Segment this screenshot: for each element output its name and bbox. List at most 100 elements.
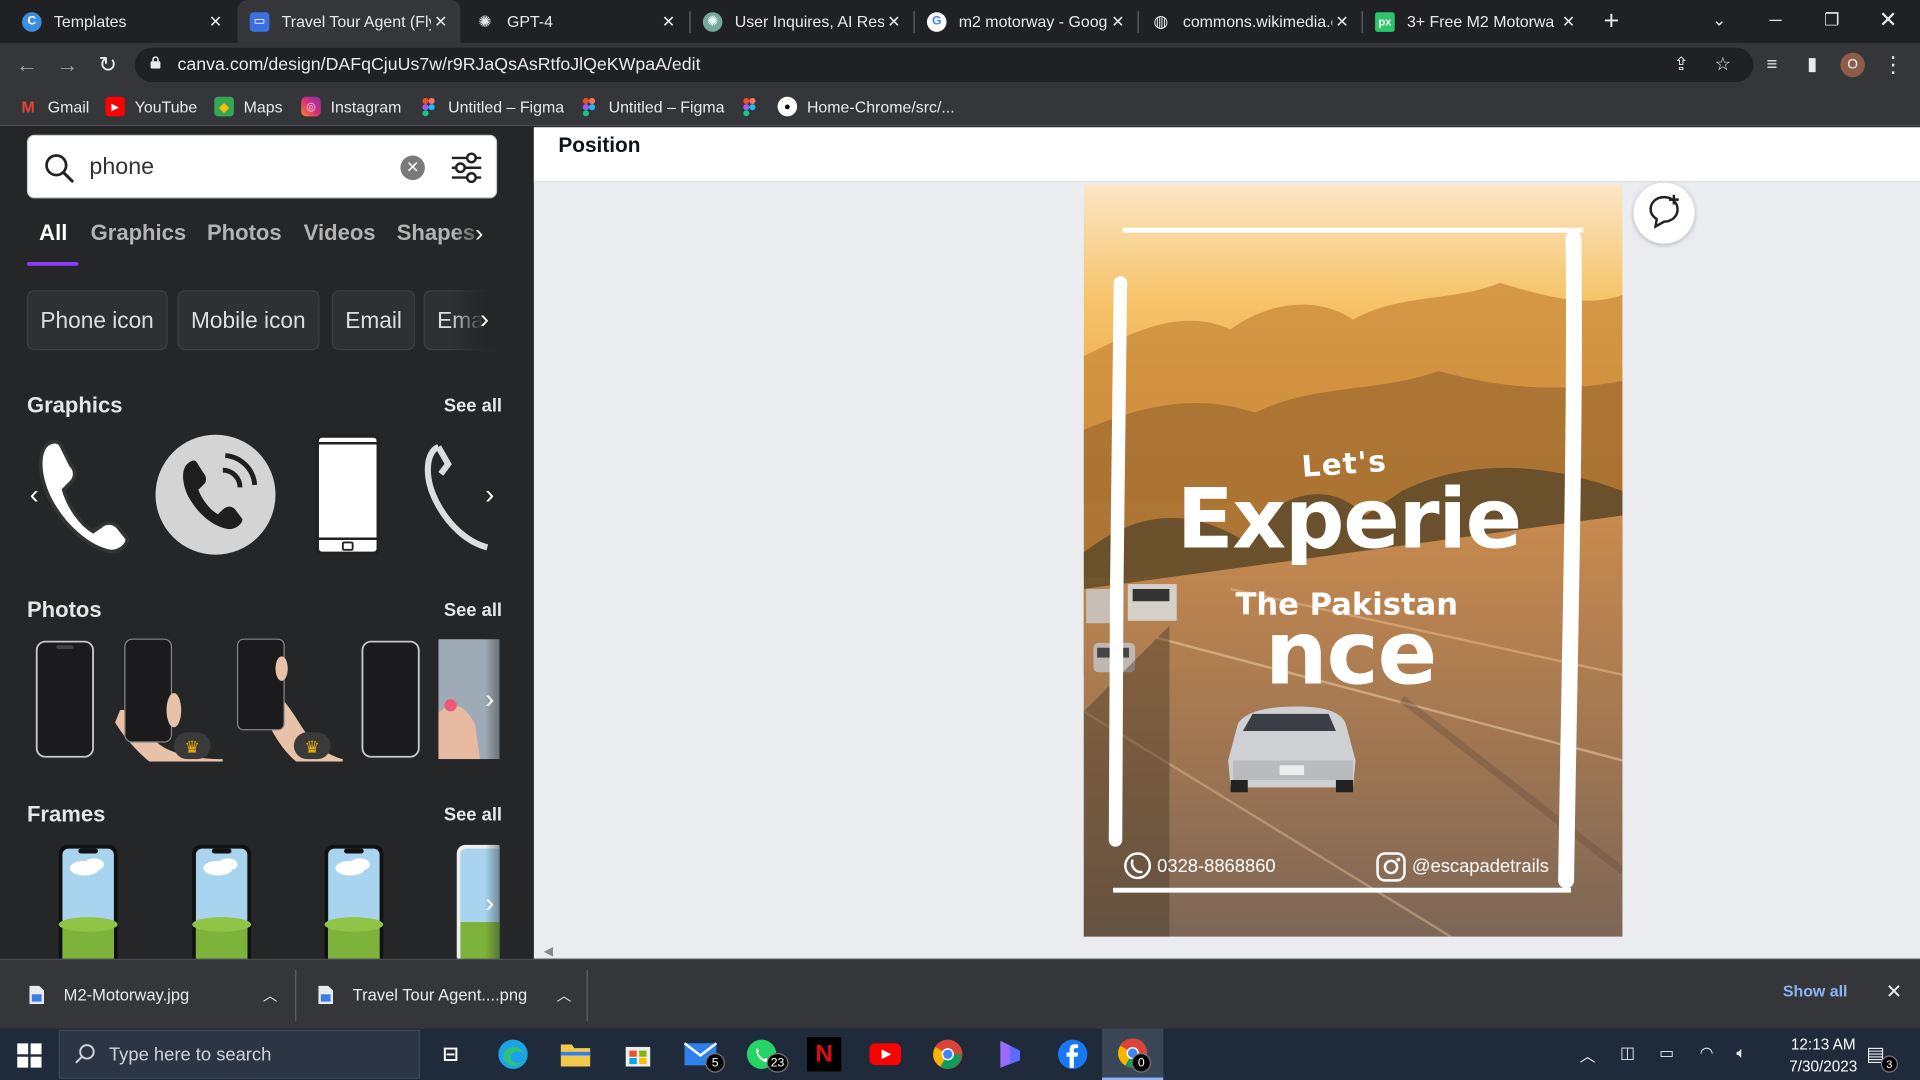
- facebook-icon[interactable]: [1056, 1037, 1090, 1071]
- close-tab-icon[interactable]: ✕: [1559, 12, 1579, 32]
- poster-nce-text[interactable]: nce: [1265, 601, 1437, 704]
- show-all-downloads-button[interactable]: Show all: [1783, 982, 1848, 1000]
- bookmark-gmail[interactable]: M Gmail: [18, 96, 90, 118]
- download-item-m2-motorway[interactable]: M2-Motorway.jpg ︿: [29, 960, 277, 1030]
- show-hidden-icons-chevron[interactable]: ︿: [1580, 1043, 1596, 1066]
- tab-graphics[interactable]: Graphics: [91, 220, 187, 246]
- phone-photo-2[interactable]: [360, 639, 421, 759]
- tabs-scroll-right-icon[interactable]: ›: [475, 220, 483, 248]
- volume-icon[interactable]: 🔈︎: [1736, 1043, 1746, 1063]
- tab-user-inquires[interactable]: ✺ User Inquires, AI Resp ✕: [691, 0, 914, 43]
- position-button[interactable]: Position: [558, 133, 640, 157]
- graphics-scroll-left-icon[interactable]: ‹: [24, 479, 44, 509]
- chevron-up-icon[interactable]: ︿: [557, 984, 572, 1005]
- bookmark-github[interactable]: ● Home-Chrome/src/...: [777, 96, 955, 118]
- bookmark-youtube[interactable]: ▶ YouTube: [105, 96, 197, 118]
- windows-start-icon[interactable]: [17, 1043, 42, 1068]
- tab-all[interactable]: All: [39, 220, 67, 246]
- browser-toolbar: ← → ↻ canva.com/design/DAFqCjuUs7w/r9RJa…: [0, 42, 1920, 87]
- close-tab-icon[interactable]: ✕: [659, 12, 679, 32]
- phone-handset-graphic[interactable]: [32, 433, 130, 555]
- phone-in-hand-photo-1[interactable]: ♛: [113, 637, 223, 762]
- frames-scroll-right-icon[interactable]: ›: [480, 888, 500, 918]
- minimize-button[interactable]: ─: [1751, 0, 1800, 39]
- close-window-button[interactable]: ✕: [1864, 0, 1913, 39]
- download-item-travel-tour-agent[interactable]: Travel Tour Agent....png ︿: [318, 960, 571, 1030]
- chrome-active-icon[interactable]: [1102, 1028, 1164, 1080]
- chevron-up-icon[interactable]: ︿: [263, 984, 278, 1005]
- wifi-icon[interactable]: ◠: [1700, 1043, 1714, 1063]
- tab-templates[interactable]: C Templates ✕: [10, 0, 235, 43]
- tab-photos[interactable]: Photos: [207, 220, 282, 246]
- filter-icon[interactable]: [449, 152, 483, 184]
- tab-videos[interactable]: Videos: [304, 220, 376, 246]
- youtube-icon[interactable]: [868, 1037, 902, 1071]
- tab-free-m2-motorway[interactable]: px 3+ Free M2 Motorwa ✕: [1363, 0, 1588, 43]
- close-tab-icon[interactable]: ✕: [431, 12, 451, 32]
- clear-search-icon[interactable]: ✕: [400, 155, 425, 181]
- media-controls-icon[interactable]: ≡: [1760, 53, 1784, 77]
- photos-see-all-link[interactable]: See all: [429, 600, 502, 621]
- phone-call-circle-graphic[interactable]: [154, 433, 276, 555]
- tab-search-chevron-icon[interactable]: ⌄: [1695, 0, 1744, 39]
- poster-phone-number[interactable]: 0328-8868860: [1157, 856, 1275, 877]
- netflix-icon[interactable]: N: [806, 1037, 842, 1072]
- suggestion-chip-mobile-icon[interactable]: Mobile icon: [177, 290, 320, 351]
- edge-icon[interactable]: [496, 1037, 530, 1071]
- close-tab-icon[interactable]: ✕: [1108, 12, 1128, 32]
- microsoft-store-icon[interactable]: [621, 1037, 655, 1071]
- phone-frame-3[interactable]: [323, 844, 384, 959]
- taskbar-search-box[interactable]: Type here to search: [58, 1029, 421, 1079]
- share-icon[interactable]: ⇪: [1670, 54, 1692, 76]
- phone-in-hand-photo-2[interactable]: ♛: [228, 637, 343, 762]
- kebab-menu-icon[interactable]: ⋮: [1881, 53, 1905, 77]
- restore-button[interactable]: ❐: [1807, 0, 1856, 39]
- reload-button[interactable]: ↻: [93, 50, 122, 79]
- bookmark-maps[interactable]: ◆ Maps: [214, 96, 283, 118]
- suggestion-chip-email[interactable]: Email: [331, 290, 416, 351]
- suggestion-chip-phone-icon[interactable]: Phone icon: [26, 290, 168, 351]
- forward-button[interactable]: →: [53, 50, 82, 79]
- close-tab-icon[interactable]: ✕: [1332, 12, 1352, 32]
- search-input[interactable]: phone: [89, 154, 154, 181]
- close-tab-icon[interactable]: ✕: [884, 12, 904, 32]
- close-tab-icon[interactable]: ✕: [206, 12, 226, 32]
- task-view-icon[interactable]: ⊟: [433, 1037, 467, 1071]
- tab-gpt4[interactable]: ✺ GPT-4 ✕: [463, 0, 688, 43]
- photos-scroll-right-icon[interactable]: ›: [480, 684, 500, 713]
- smartphone-outline-graphic[interactable]: [315, 433, 381, 556]
- close-downloads-bar-icon[interactable]: ✕: [1886, 980, 1902, 1004]
- add-comment-button[interactable]: [1633, 182, 1695, 244]
- bookmark-figma-2[interactable]: Untitled – Figma: [579, 96, 724, 118]
- chrome-icon[interactable]: [931, 1037, 965, 1071]
- new-tab-button[interactable]: +: [1599, 6, 1623, 35]
- bookmark-star-icon[interactable]: ☆: [1712, 54, 1734, 76]
- phone-frame-1[interactable]: [58, 844, 119, 959]
- bookmark-figma-1[interactable]: Untitled – Figma: [419, 96, 564, 118]
- chips-scroll-right-icon[interactable]: ›: [480, 304, 489, 336]
- phone-frame-2[interactable]: [191, 844, 252, 959]
- tab-m2-motorway-google[interactable]: G m2 motorway - Goog ✕: [915, 0, 1138, 43]
- copilot-icon[interactable]: [993, 1037, 1027, 1071]
- address-bar[interactable]: canva.com/design/DAFqCjuUs7w/r9RJaQsAsRt…: [134, 47, 1754, 83]
- side-panel-icon[interactable]: ▮: [1800, 53, 1824, 77]
- horizontal-scroll-left-icon[interactable]: ◀: [544, 945, 553, 958]
- poster-instagram-handle[interactable]: @escapadetrails: [1412, 856, 1549, 877]
- profile-avatar[interactable]: O: [1840, 52, 1865, 78]
- file-explorer-icon[interactable]: [558, 1037, 592, 1071]
- battery-icon[interactable]: ▭: [1659, 1043, 1674, 1063]
- phone-photo-1[interactable]: [34, 639, 95, 759]
- tab-travel-tour-agent[interactable]: ▭ Travel Tour Agent (Fly ✕: [237, 0, 461, 43]
- bookmark-figma-3[interactable]: [740, 96, 769, 118]
- design-page[interactable]: Let's Experie The Pakistan nce 0328-8868…: [1083, 184, 1623, 937]
- meet-now-icon[interactable]: ◫: [1620, 1043, 1635, 1063]
- bookmark-instagram[interactable]: ◎ Instagram: [301, 96, 401, 118]
- back-button[interactable]: ←: [12, 50, 41, 79]
- graphics-scroll-right-icon[interactable]: ›: [480, 479, 500, 509]
- poster-experie-text[interactable]: Experie: [1177, 471, 1522, 568]
- tab-commons-wikimedia[interactable]: ◍ commons.wikimedia.c ✕: [1139, 0, 1362, 43]
- frames-see-all-link[interactable]: See all: [429, 804, 502, 825]
- lock-icon[interactable]: [149, 56, 161, 69]
- graphics-see-all-link[interactable]: See all: [429, 396, 502, 417]
- search-box[interactable]: phone ✕: [26, 134, 498, 199]
